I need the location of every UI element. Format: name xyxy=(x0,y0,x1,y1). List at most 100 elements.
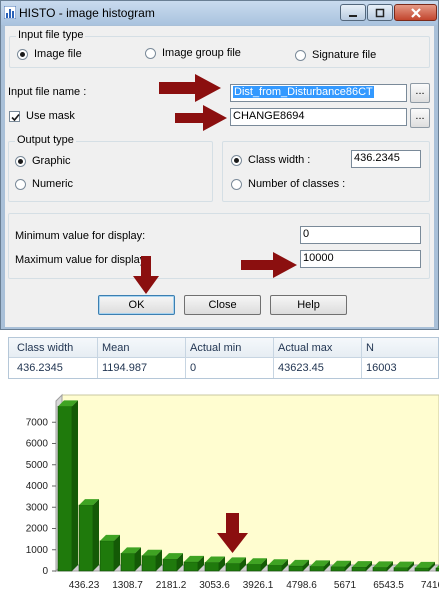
ok-button[interactable]: OK xyxy=(98,295,175,315)
stats-header-actual-min: Actual min xyxy=(186,338,274,358)
input-file-name-field[interactable]: Dist_from_Disturbance86CT xyxy=(230,84,407,102)
radio-class-width[interactable]: Class width : xyxy=(231,154,310,166)
output-type-legend: Output type xyxy=(15,134,76,146)
checkmark-icon xyxy=(11,113,20,122)
mask-browse-button[interactable]: ... xyxy=(410,108,430,128)
stats-header-row: Class width Mean Actual min Actual max N xyxy=(9,338,438,358)
input-file-name-label: Input file name : xyxy=(8,86,87,98)
dialog-body: Input file type Image file Image group f… xyxy=(5,26,434,327)
histogram-app-icon xyxy=(3,5,17,20)
x-tick-label: 7416 xyxy=(421,580,439,591)
x-tick-label: 436.23 xyxy=(69,580,100,591)
histogram-bar xyxy=(393,567,409,572)
x-tick-label: 3053.6 xyxy=(199,580,230,591)
min-display-label: Minimum value for display: xyxy=(15,230,146,242)
y-tick-label: 0 xyxy=(42,566,48,577)
input-file-browse-button[interactable]: ... xyxy=(410,83,430,103)
histogram-bar xyxy=(288,565,304,572)
radio-image-group-file[interactable]: Image group file xyxy=(145,47,241,59)
radio-graphic-label: Graphic xyxy=(32,155,71,167)
histogram-bar xyxy=(99,540,115,572)
radio-dot xyxy=(15,178,26,190)
histogram-bar xyxy=(246,563,262,572)
title-bar[interactable]: HISTO - image histogram xyxy=(1,1,438,25)
histogram-bar xyxy=(372,567,388,572)
y-tick-label: 6000 xyxy=(26,439,49,450)
histogram-bar-side xyxy=(114,534,120,571)
x-tick-label: 3926.1 xyxy=(243,580,274,591)
histogram-bar xyxy=(162,558,178,572)
histogram-bar-side xyxy=(93,499,99,571)
stats-header-actual-max: Actual max xyxy=(274,338,362,358)
histogram-bar xyxy=(351,566,367,572)
y-tick-label: 7000 xyxy=(26,417,49,428)
histogram-bar xyxy=(183,561,199,572)
y-tick-label: 1000 xyxy=(26,545,49,556)
arrow-down-icon xyxy=(133,256,159,294)
histogram-bar xyxy=(414,567,430,572)
radio-image-file[interactable]: Image file xyxy=(17,48,82,60)
histogram-bar xyxy=(267,564,283,572)
class-width-field[interactable]: 436.2345 xyxy=(351,150,421,168)
y-tick-label: 2000 xyxy=(26,524,49,535)
radio-image-file-label: Image file xyxy=(34,48,82,60)
y-tick-label: 5000 xyxy=(26,460,49,471)
stats-value-actual-max: 43623.45 xyxy=(274,358,362,378)
arrow-right-icon xyxy=(175,105,227,131)
minimize-button[interactable] xyxy=(340,4,366,21)
output-type-group: Output type xyxy=(8,134,213,202)
x-tick-label: 1308.7 xyxy=(112,580,143,591)
radio-dot-selected xyxy=(231,154,242,166)
input-file-name-value: Dist_from_Disturbance86CT xyxy=(233,86,374,98)
mask-file-field[interactable]: CHANGE8694 xyxy=(230,108,407,126)
stats-header-class-width: Class width xyxy=(13,338,98,358)
histogram-bar xyxy=(225,563,241,572)
arrow-right-icon xyxy=(241,252,297,278)
histogram-bar xyxy=(120,553,136,572)
y-tick-label: 4000 xyxy=(26,481,49,492)
radio-dot-selected xyxy=(17,48,28,60)
maximize-icon xyxy=(375,8,385,17)
minimize-icon xyxy=(349,14,357,17)
radio-number-of-classes-label: Number of classes : xyxy=(248,178,346,190)
arrow-right-icon xyxy=(159,74,221,102)
radio-graphic[interactable]: Graphic xyxy=(15,155,71,167)
histogram-bar xyxy=(78,504,94,572)
histogram-svg: 0 1000 2000 3000 4000 5000 6000 7000 436.23 1308.… xyxy=(26,393,439,591)
stats-header-mean: Mean xyxy=(98,338,186,358)
radio-number-of-classes[interactable]: Number of classes : xyxy=(231,178,345,190)
x-tick-label: 5671 xyxy=(334,580,357,591)
maximize-button[interactable] xyxy=(367,4,393,21)
histogram-bar xyxy=(204,562,220,572)
radio-dot-selected xyxy=(15,155,26,167)
window-title: HISTO - image histogram xyxy=(19,6,155,20)
y-tick-label: 3000 xyxy=(26,502,49,513)
input-file-type-legend: Input file type xyxy=(16,29,86,41)
stats-header-n: N xyxy=(366,342,374,354)
close-icon xyxy=(410,7,421,18)
histogram-bar xyxy=(57,406,73,572)
radio-numeric-label: Numeric xyxy=(32,178,73,190)
close-window-button[interactable] xyxy=(394,4,437,21)
stats-value-class-width: 436.2345 xyxy=(13,358,98,378)
max-display-label: Maximum value for display: xyxy=(15,254,149,266)
histo-dialog: HISTO - image histogram Input file type … xyxy=(0,0,439,330)
histogram-bar xyxy=(330,566,346,572)
close-button[interactable]: Close xyxy=(184,295,261,315)
stats-value-mean: 1194.987 xyxy=(98,358,186,378)
max-display-field[interactable]: 10000 xyxy=(300,250,421,268)
radio-dot xyxy=(231,178,242,190)
display-range-group xyxy=(8,213,430,279)
histogram-bar xyxy=(309,566,325,572)
stats-value-actual-min: 0 xyxy=(186,358,274,378)
help-button[interactable]: Help xyxy=(270,295,347,315)
radio-dot xyxy=(145,47,156,59)
min-display-field[interactable]: 0 xyxy=(300,226,421,244)
radio-numeric[interactable]: Numeric xyxy=(15,178,73,190)
use-mask-checkbox[interactable] xyxy=(9,111,20,122)
stats-value-n: 16003 xyxy=(366,362,397,374)
radio-signature-file[interactable]: Signature file xyxy=(295,49,376,61)
x-tick-label: 6543.5 xyxy=(373,580,404,591)
x-tick-label: 2181.2 xyxy=(156,580,187,591)
radio-dot xyxy=(295,49,306,61)
